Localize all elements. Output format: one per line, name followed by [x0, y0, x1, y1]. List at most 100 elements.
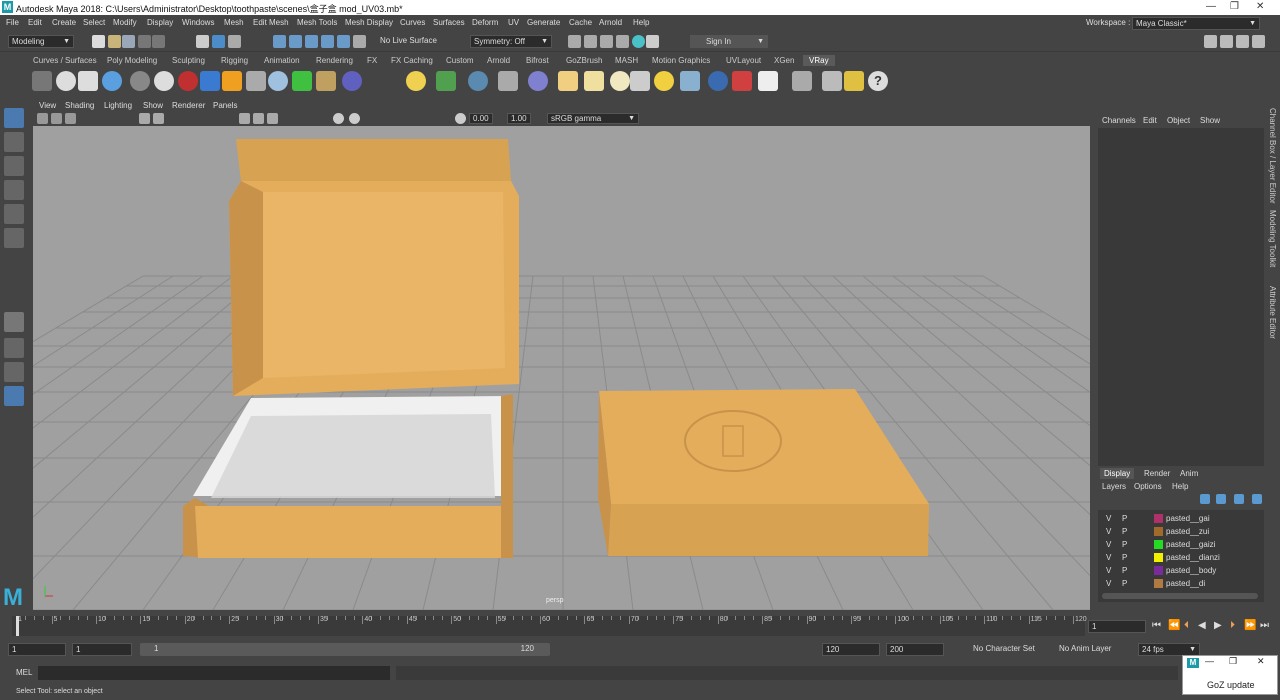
shelf-tab-motion-graphics[interactable]: Motion Graphics — [652, 56, 710, 65]
layer-row[interactable]: V Ppasted__zui — [1102, 525, 1266, 538]
restore-button[interactable]: ❐ — [1230, 1, 1239, 12]
tool-settings-icon[interactable] — [1236, 35, 1249, 48]
menu-uv[interactable]: UV — [508, 18, 519, 27]
select-object-icon[interactable] — [212, 35, 225, 48]
workspace-dropdown[interactable]: Maya Classic* ▼ — [1132, 17, 1260, 30]
new-layer-icon[interactable] — [1234, 494, 1244, 504]
mel-label[interactable]: MEL — [16, 668, 32, 677]
layer-color-swatch[interactable] — [1154, 553, 1163, 562]
vray-sky-icon[interactable] — [468, 71, 488, 91]
shelf-tab-sculpting[interactable]: Sculpting — [172, 56, 205, 65]
go-to-start-icon[interactable]: ⏮ — [1152, 620, 1161, 631]
current-time-marker[interactable] — [16, 616, 19, 636]
layer-visibility[interactable]: V — [1106, 553, 1111, 562]
snap-curve-icon[interactable] — [289, 35, 302, 48]
vray-material-icon[interactable] — [130, 71, 150, 91]
layer-row[interactable]: V Ppasted__gaizi — [1102, 538, 1266, 551]
layer-row[interactable]: V Ppasted__body — [1102, 564, 1266, 577]
shelf-tab-uvlayout[interactable]: UVLayout — [726, 56, 761, 65]
step-forward-key-icon[interactable]: ⏵ — [1230, 620, 1235, 631]
tab-modeling-toolkit[interactable]: Modeling Toolkit — [1268, 210, 1277, 267]
minimize-button[interactable]: — — [1206, 1, 1216, 12]
shelf-tab-rendering[interactable]: Rendering — [316, 56, 353, 65]
move-tool-icon[interactable] — [4, 180, 24, 200]
layer-visibility[interactable]: V — [1106, 566, 1111, 575]
vray-rect-light-icon[interactable] — [558, 71, 578, 91]
vray-plane-icon[interactable] — [246, 71, 266, 91]
animation-start-field[interactable]: 1 — [8, 643, 66, 656]
new-layer-selected-icon[interactable] — [1252, 494, 1262, 504]
goz-update-label[interactable]: GoZ update — [1207, 680, 1255, 690]
layer-visibility[interactable]: V — [1106, 527, 1111, 536]
mel-input[interactable] — [38, 666, 390, 680]
isolate-select-icon[interactable] — [333, 113, 344, 124]
shelf-menu-icon[interactable] — [32, 71, 52, 91]
vray-proxy-icon[interactable] — [292, 71, 312, 91]
menu-windows[interactable]: Windows — [182, 18, 214, 27]
vray-sphere-icon[interactable] — [154, 71, 174, 91]
render-frame-icon[interactable] — [584, 35, 597, 48]
layer-playback[interactable]: P — [1122, 514, 1127, 523]
scale-tool-icon[interactable] — [4, 228, 24, 248]
layer-playback[interactable]: P — [1122, 566, 1127, 575]
tab-display[interactable]: Display — [1100, 468, 1135, 479]
select-component-icon[interactable] — [228, 35, 241, 48]
menu-mesh-display[interactable]: Mesh Display — [345, 18, 393, 27]
vray-grass-icon[interactable] — [436, 71, 456, 91]
vray-color-sphere-icon[interactable] — [178, 71, 198, 91]
menu-set-dropdown[interactable]: Modeling ▼ — [8, 35, 74, 48]
vray-clipper-icon[interactable] — [498, 71, 518, 91]
viewport-menu-show[interactable]: Show — [143, 101, 163, 110]
menu-mesh-tools[interactable]: Mesh Tools — [297, 18, 337, 27]
pause-icon[interactable] — [646, 35, 659, 48]
new-scene-icon[interactable] — [92, 35, 105, 48]
menu-edit-mesh[interactable]: Edit Mesh — [253, 18, 289, 27]
colorspace-dropdown[interactable]: sRGB gamma ▼ — [547, 113, 639, 124]
vray-ipr-icon[interactable] — [102, 71, 122, 91]
render-settings-icon[interactable] — [616, 35, 629, 48]
channel-edit-menu[interactable]: Edit — [1143, 116, 1157, 125]
snap-point-icon[interactable] — [305, 35, 318, 48]
move-layer-down-icon[interactable] — [1216, 494, 1226, 504]
layer-color-swatch[interactable] — [1154, 514, 1163, 523]
closed-box[interactable] — [598, 389, 929, 556]
layer-color-swatch[interactable] — [1154, 540, 1163, 549]
vray-asset-editor-icon[interactable] — [56, 71, 76, 91]
shelf-tab-gozbrush[interactable]: GoZBrush — [566, 56, 602, 65]
grid-toggle-icon[interactable] — [139, 113, 150, 124]
channel-object-menu[interactable]: Object — [1167, 116, 1190, 125]
play-backwards-icon[interactable]: ◀ — [1198, 620, 1206, 631]
lasso-tool-icon[interactable] — [4, 132, 24, 152]
vray-dome-light-icon[interactable] — [406, 71, 426, 91]
layer-visibility[interactable]: V — [1106, 514, 1111, 523]
vray-flip-icon[interactable] — [732, 71, 752, 91]
perspective-viewport[interactable]: persp — [33, 126, 1090, 610]
layer-playback[interactable]: P — [1122, 553, 1127, 562]
menu-create[interactable]: Create — [52, 18, 76, 27]
animation-end-field[interactable]: 200 — [886, 643, 944, 656]
shelf-tab-arnold[interactable]: Arnold — [487, 56, 510, 65]
layer-playback[interactable]: P — [1122, 527, 1127, 536]
four-view-layout-icon[interactable] — [4, 338, 24, 358]
shelf-tab-fx[interactable]: FX — [367, 56, 377, 65]
vray-log-icon[interactable] — [822, 71, 842, 91]
goz-restore-button[interactable]: ❐ — [1229, 656, 1237, 667]
vray-mesh-light-icon[interactable] — [342, 71, 362, 91]
tab-render[interactable]: Render — [1144, 469, 1170, 478]
layer-color-swatch[interactable] — [1154, 566, 1163, 575]
sign-in-dropdown[interactable]: Sign In ▼ — [690, 35, 768, 48]
shelf-tab-rigging[interactable]: Rigging — [221, 56, 248, 65]
layer-playback[interactable]: P — [1122, 540, 1127, 549]
outliner-layout-icon[interactable] — [4, 386, 24, 406]
vray-spot-light-icon[interactable] — [584, 71, 604, 91]
help-icon[interactable]: ? — [868, 71, 888, 91]
goz-update-window[interactable]: M — ❐ ✕ GoZ update — [1182, 655, 1278, 695]
shelf-tab-bifrost[interactable]: Bifrost — [526, 56, 549, 65]
vray-ocean-icon[interactable] — [200, 71, 220, 91]
layer-list-scrollbar[interactable] — [1102, 593, 1258, 599]
menu-surfaces[interactable]: Surfaces — [433, 18, 465, 27]
current-frame-field[interactable]: 1 — [1088, 620, 1146, 633]
layer-visibility[interactable]: V — [1106, 540, 1111, 549]
layer-row[interactable]: V Ppasted__gai — [1102, 512, 1266, 525]
two-view-layout-icon[interactable] — [4, 362, 24, 382]
